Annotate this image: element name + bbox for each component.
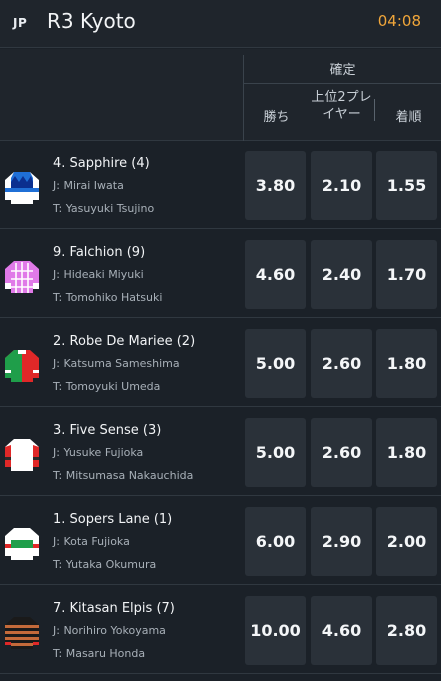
runner-row: 9. Falchion (9) J: Hideaki Miyuki T: Tom… xyxy=(0,231,441,318)
trainer-name: T: Masaru Honda xyxy=(53,647,146,660)
trainer-name: T: Tomoyuki Umeda xyxy=(53,380,161,393)
jockey-name: J: Norihiro Yokoyama xyxy=(53,624,166,637)
win-odds-button[interactable]: 10.00 xyxy=(245,596,306,665)
kitasan-elpis-silk-icon xyxy=(5,617,39,649)
robe-de-mariee-silk-icon xyxy=(5,350,39,382)
header-divider xyxy=(244,83,441,84)
place-odds-button[interactable]: 4.60 xyxy=(311,596,372,665)
trainer-name: T: Tomohiko Hatsuki xyxy=(53,291,163,304)
jockey-name: J: Yusuke Fujioka xyxy=(53,446,144,459)
sopers-lane-silk-icon xyxy=(5,528,39,560)
jockey-name: J: Hideaki Miyuki xyxy=(53,268,144,281)
jockey-name: J: Mirai Iwata xyxy=(53,179,124,192)
place-odds-button[interactable]: 2.40 xyxy=(311,240,372,309)
win-odds-button[interactable]: 5.00 xyxy=(245,418,306,487)
runner-name: 7. Kitasan Elpis (7) xyxy=(53,601,175,616)
trainer-name: T: Yutaka Okumura xyxy=(53,558,157,571)
place-odds-button[interactable]: 2.10 xyxy=(311,151,372,220)
show-odds-button[interactable]: 2.00 xyxy=(376,507,437,576)
runner-row: 2. Robe De Mariee (2) J: Katsuma Sameshi… xyxy=(0,320,441,407)
trainer-name: T: Mitsumasa Nakauchida xyxy=(53,469,194,482)
show-odds-button[interactable]: 1.80 xyxy=(376,418,437,487)
runner-row: 1. Sopers Lane (1) J: Kota Fujioka T: Yu… xyxy=(0,498,441,585)
header-column-divider xyxy=(374,99,375,121)
jockey-name: J: Kota Fujioka xyxy=(53,535,130,548)
falchion-silk-icon xyxy=(5,261,39,293)
show-odds-button[interactable]: 1.70 xyxy=(376,240,437,309)
runner-row: 4. Sapphire (4) J: Mirai Iwata T: Yasuyu… xyxy=(0,142,441,229)
runner-name: 4. Sapphire (4) xyxy=(53,156,150,171)
race-header: JP R3 Kyoto 04:08 xyxy=(0,0,441,48)
runner-row: 3. Five Sense (3) J: Yusuke Fujioka T: M… xyxy=(0,409,441,496)
trainer-name: T: Yasuyuki Tsujino xyxy=(53,202,155,215)
sapphire-silk-icon xyxy=(5,172,39,204)
place-odds-button[interactable]: 2.60 xyxy=(311,418,372,487)
place-column-header: 上位2プレイヤー xyxy=(311,90,372,122)
win-odds-button[interactable]: 5.00 xyxy=(245,329,306,398)
odds-column-header: 確定 勝ち 上位2プレイヤー 着順 xyxy=(0,49,441,141)
race-time: 04:08 xyxy=(377,12,421,30)
show-odds-button[interactable]: 1.55 xyxy=(376,151,437,220)
five-sense-silk-icon xyxy=(5,439,39,471)
place-odds-button[interactable]: 2.90 xyxy=(311,507,372,576)
place-odds-button[interactable]: 2.60 xyxy=(311,329,372,398)
runner-name: 3. Five Sense (3) xyxy=(53,423,162,438)
runner-name: 9. Falchion (9) xyxy=(53,245,146,260)
win-odds-button[interactable]: 6.00 xyxy=(245,507,306,576)
show-column-header: 着順 xyxy=(395,110,422,125)
win-odds-button[interactable]: 3.80 xyxy=(245,151,306,220)
win-odds-button[interactable]: 4.60 xyxy=(245,240,306,309)
jockey-name: J: Katsuma Sameshima xyxy=(53,357,180,370)
show-odds-button[interactable]: 1.80 xyxy=(376,329,437,398)
fixed-odds-label: 確定 xyxy=(329,63,356,78)
runner-row: 7. Kitasan Elpis (7) J: Norihiro Yokoyam… xyxy=(0,587,441,674)
win-column-header: 勝ち xyxy=(263,110,290,125)
runner-name: 1. Sopers Lane (1) xyxy=(53,512,173,527)
country-code: JP xyxy=(13,16,28,30)
race-title: R3 Kyoto xyxy=(47,9,136,33)
show-odds-button[interactable]: 2.80 xyxy=(376,596,437,665)
runner-name: 2. Robe De Mariee (2) xyxy=(53,334,196,349)
